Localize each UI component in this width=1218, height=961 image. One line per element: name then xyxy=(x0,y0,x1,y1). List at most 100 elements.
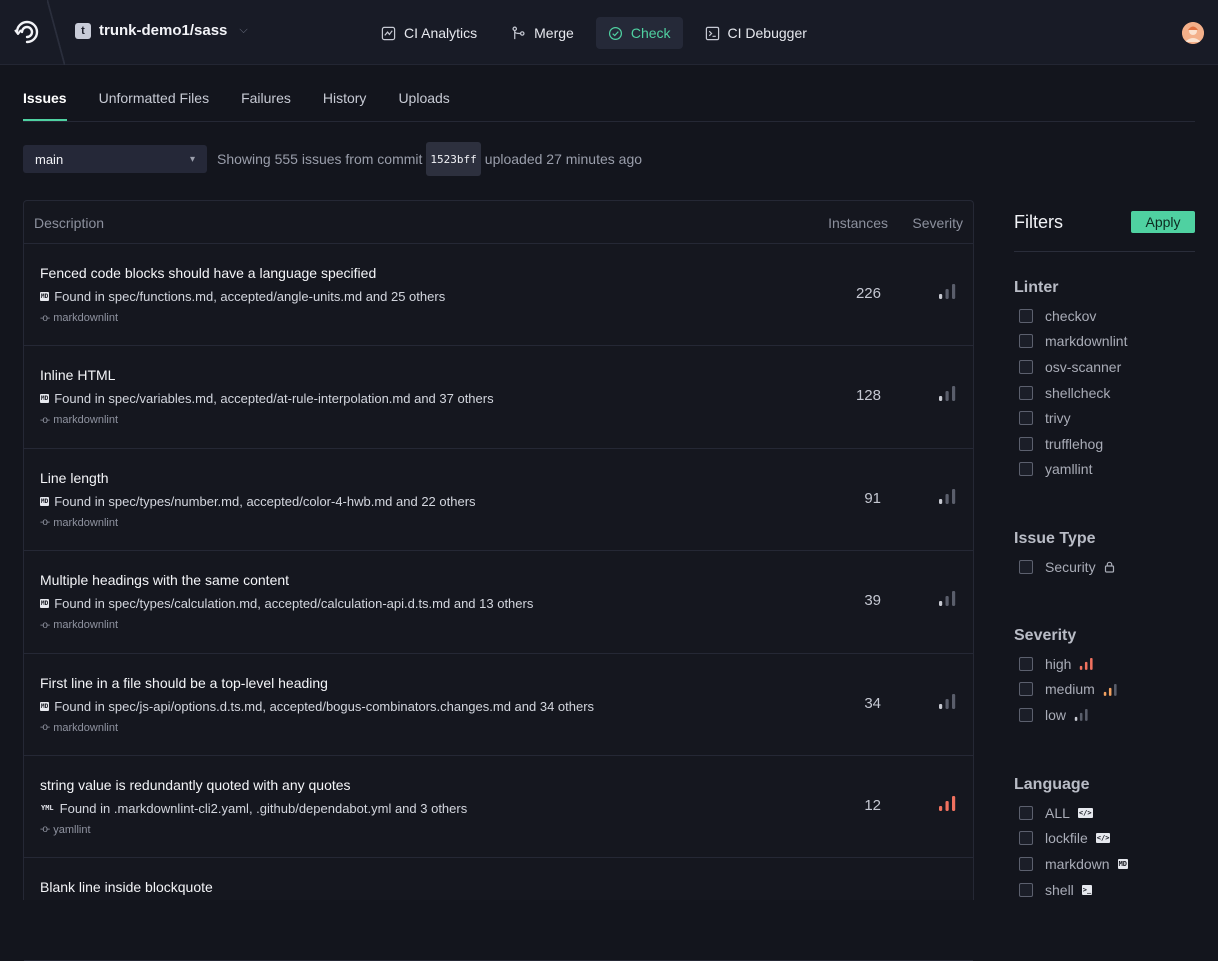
instances-count: 34 xyxy=(864,694,881,712)
filter-item-all[interactable]: ALL </> xyxy=(1014,800,1128,826)
filter-group-linter: Linter checkov markdownlint osv-scanner she… xyxy=(1014,279,1127,482)
filter-item-shell[interactable]: shell >_ xyxy=(1014,877,1128,903)
instances-count: 12 xyxy=(864,796,881,814)
repo-switcher[interactable]: t trunk-demo1/sass ⌵ xyxy=(75,22,248,39)
checkbox[interactable] xyxy=(1019,559,1033,574)
issue-files-text: Found in spec/functions.md, accepted/ang… xyxy=(54,289,446,304)
checkbox[interactable] xyxy=(1019,805,1033,820)
commit-node-icon: -o- xyxy=(40,619,50,631)
issue-files-text: Found in spec/variables.md, accepted/at-… xyxy=(54,391,494,407)
issue-files-text: Found in spec/js-api/options.d.ts.md, ac… xyxy=(54,698,595,714)
filter-item-markdown[interactable]: markdown MD xyxy=(1014,851,1129,877)
issue-files-text: Found in spec/types/calculation.md, acce… xyxy=(54,596,534,612)
user-avatar[interactable] xyxy=(1182,22,1204,44)
linter-name: markdownlint xyxy=(53,414,119,427)
checkbox[interactable] xyxy=(1019,359,1033,374)
table-row[interactable]: Fenced code blocks should have a languag… xyxy=(24,244,973,347)
file-type-icon: MD xyxy=(40,394,50,404)
tab-uploads[interactable]: Uploads xyxy=(398,86,449,121)
tab-issues[interactable]: Issues xyxy=(23,86,67,121)
table-row[interactable]: string value is redundantly quoted with … xyxy=(24,756,973,859)
table-row[interactable]: Blank line inside blockquote xyxy=(24,858,973,961)
filter-label: lockfile xyxy=(1045,830,1088,847)
issue-files-text: Found in .markdownlint-cli2.yaml, .githu… xyxy=(59,800,468,816)
chevron-down-icon: ⌵ xyxy=(239,24,248,36)
tab-history[interactable]: History xyxy=(323,86,367,121)
checkbox[interactable] xyxy=(1019,462,1033,477)
checkbox[interactable] xyxy=(1019,682,1033,697)
commit-node-icon: -o- xyxy=(40,312,50,324)
apply-button[interactable]: Apply xyxy=(1131,211,1195,233)
filter-item-osv-scanner[interactable]: osv-scanner xyxy=(1014,354,1127,380)
table-header: Description Instances Severity xyxy=(24,201,973,244)
severity-high-icon xyxy=(1080,658,1094,671)
column-instances[interactable]: Instances xyxy=(828,215,888,231)
issue-title[interactable]: string value is redundantly quoted with … xyxy=(40,777,351,793)
filter-item-trufflehog[interactable]: trufflehog xyxy=(1014,431,1127,457)
instances-count: 226 xyxy=(855,285,881,302)
filter-label: medium xyxy=(1045,681,1095,698)
issue-title[interactable]: Fenced code blocks should have a languag… xyxy=(40,265,376,281)
filter-item-shellcheck[interactable]: shellcheck xyxy=(1014,380,1127,406)
chevron-down-icon: ▾ xyxy=(189,153,195,165)
nav-ci-debugger[interactable]: CI Debugger xyxy=(693,17,819,49)
issue-linter: -o-yamllint xyxy=(40,824,91,836)
nav-check[interactable]: Check xyxy=(595,17,683,49)
checkbox[interactable] xyxy=(1019,707,1033,722)
filter-group-title: Language xyxy=(1014,776,1090,793)
issue-title[interactable]: First line in a file should be a top-lev… xyxy=(40,675,328,691)
filter-group-title: Linter xyxy=(1014,279,1059,296)
table-row[interactable]: First line in a file should be a top-lev… xyxy=(24,654,973,756)
table-body: Fenced code blocks should have a languag… xyxy=(24,244,973,961)
nav-merge[interactable]: Merge xyxy=(499,17,586,49)
issue-title[interactable]: Inline HTML xyxy=(40,367,115,383)
commit-hash[interactable]: 1523bff xyxy=(426,142,481,176)
checkbox[interactable] xyxy=(1019,411,1033,426)
trunk-logo-icon[interactable] xyxy=(13,18,41,46)
checkbox[interactable] xyxy=(1019,831,1033,846)
filter-group-title: Issue Type xyxy=(1014,530,1096,547)
filter-item-medium[interactable]: medium xyxy=(1014,677,1118,703)
issue-title[interactable]: Blank line inside blockquote xyxy=(40,879,213,895)
issues-table: Description Instances Severity Fenced co… xyxy=(23,200,974,961)
table-row[interactable]: Multiple headings with the same content M… xyxy=(24,551,973,654)
filter-item-yamllint[interactable]: yamllint xyxy=(1014,457,1127,483)
filter-item-security[interactable]: Security xyxy=(1014,554,1115,580)
issue-title[interactable]: Line length xyxy=(40,470,109,486)
issue-linter: -o-markdownlint xyxy=(40,414,118,426)
language-shell-icon: >_ xyxy=(1081,884,1093,895)
checkbox[interactable] xyxy=(1019,856,1033,871)
issues-summary: Showing 555 issues from commit 1523bff u… xyxy=(217,142,642,176)
lock-icon xyxy=(1104,561,1114,573)
instances-count: 91 xyxy=(864,489,881,507)
column-severity[interactable]: Severity xyxy=(912,215,963,231)
checkbox[interactable] xyxy=(1019,308,1033,323)
nav-ci-analytics[interactable]: CI Analytics xyxy=(369,17,489,49)
tab-unformatted-files[interactable]: Unformatted Files xyxy=(99,86,209,121)
filter-item-trivy[interactable]: trivy xyxy=(1014,405,1127,431)
repo-name: trunk-demo1/sass xyxy=(99,22,228,39)
checkbox[interactable] xyxy=(1019,656,1033,671)
nav-ci-analytics-label: CI Analytics xyxy=(404,25,478,41)
filter-item-low[interactable]: low xyxy=(1014,702,1118,728)
issue-title[interactable]: Multiple headings with the same content xyxy=(40,572,289,588)
filter-item-checkov[interactable]: checkov xyxy=(1014,303,1127,329)
filter-item-markdownlint[interactable]: markdownlint xyxy=(1014,329,1127,355)
table-row[interactable]: Inline HTML MD Found in spec/variables.md,… xyxy=(24,346,973,449)
severity-low-icon xyxy=(939,591,956,607)
filter-item-high[interactable]: high xyxy=(1014,651,1118,677)
checkbox[interactable] xyxy=(1019,334,1033,349)
filter-item-lockfile[interactable]: lockfile </> xyxy=(1014,826,1128,852)
filter-group-issue-type: Issue Type Security xyxy=(1014,530,1115,580)
checkbox[interactable] xyxy=(1019,882,1033,897)
commit-node-icon: -o- xyxy=(40,722,50,734)
checkbox[interactable] xyxy=(1019,385,1033,400)
branch-value: main xyxy=(35,151,64,167)
filter-label: checkov xyxy=(1045,307,1097,324)
severity-high-icon xyxy=(939,795,956,811)
branch-select[interactable]: main ▾ xyxy=(23,145,207,173)
table-row[interactable]: Line length MD Found in spec/types/number.… xyxy=(24,449,973,552)
filter-group-title: Severity xyxy=(1014,627,1077,644)
tab-failures[interactable]: Failures xyxy=(241,86,291,121)
checkbox[interactable] xyxy=(1019,436,1033,451)
